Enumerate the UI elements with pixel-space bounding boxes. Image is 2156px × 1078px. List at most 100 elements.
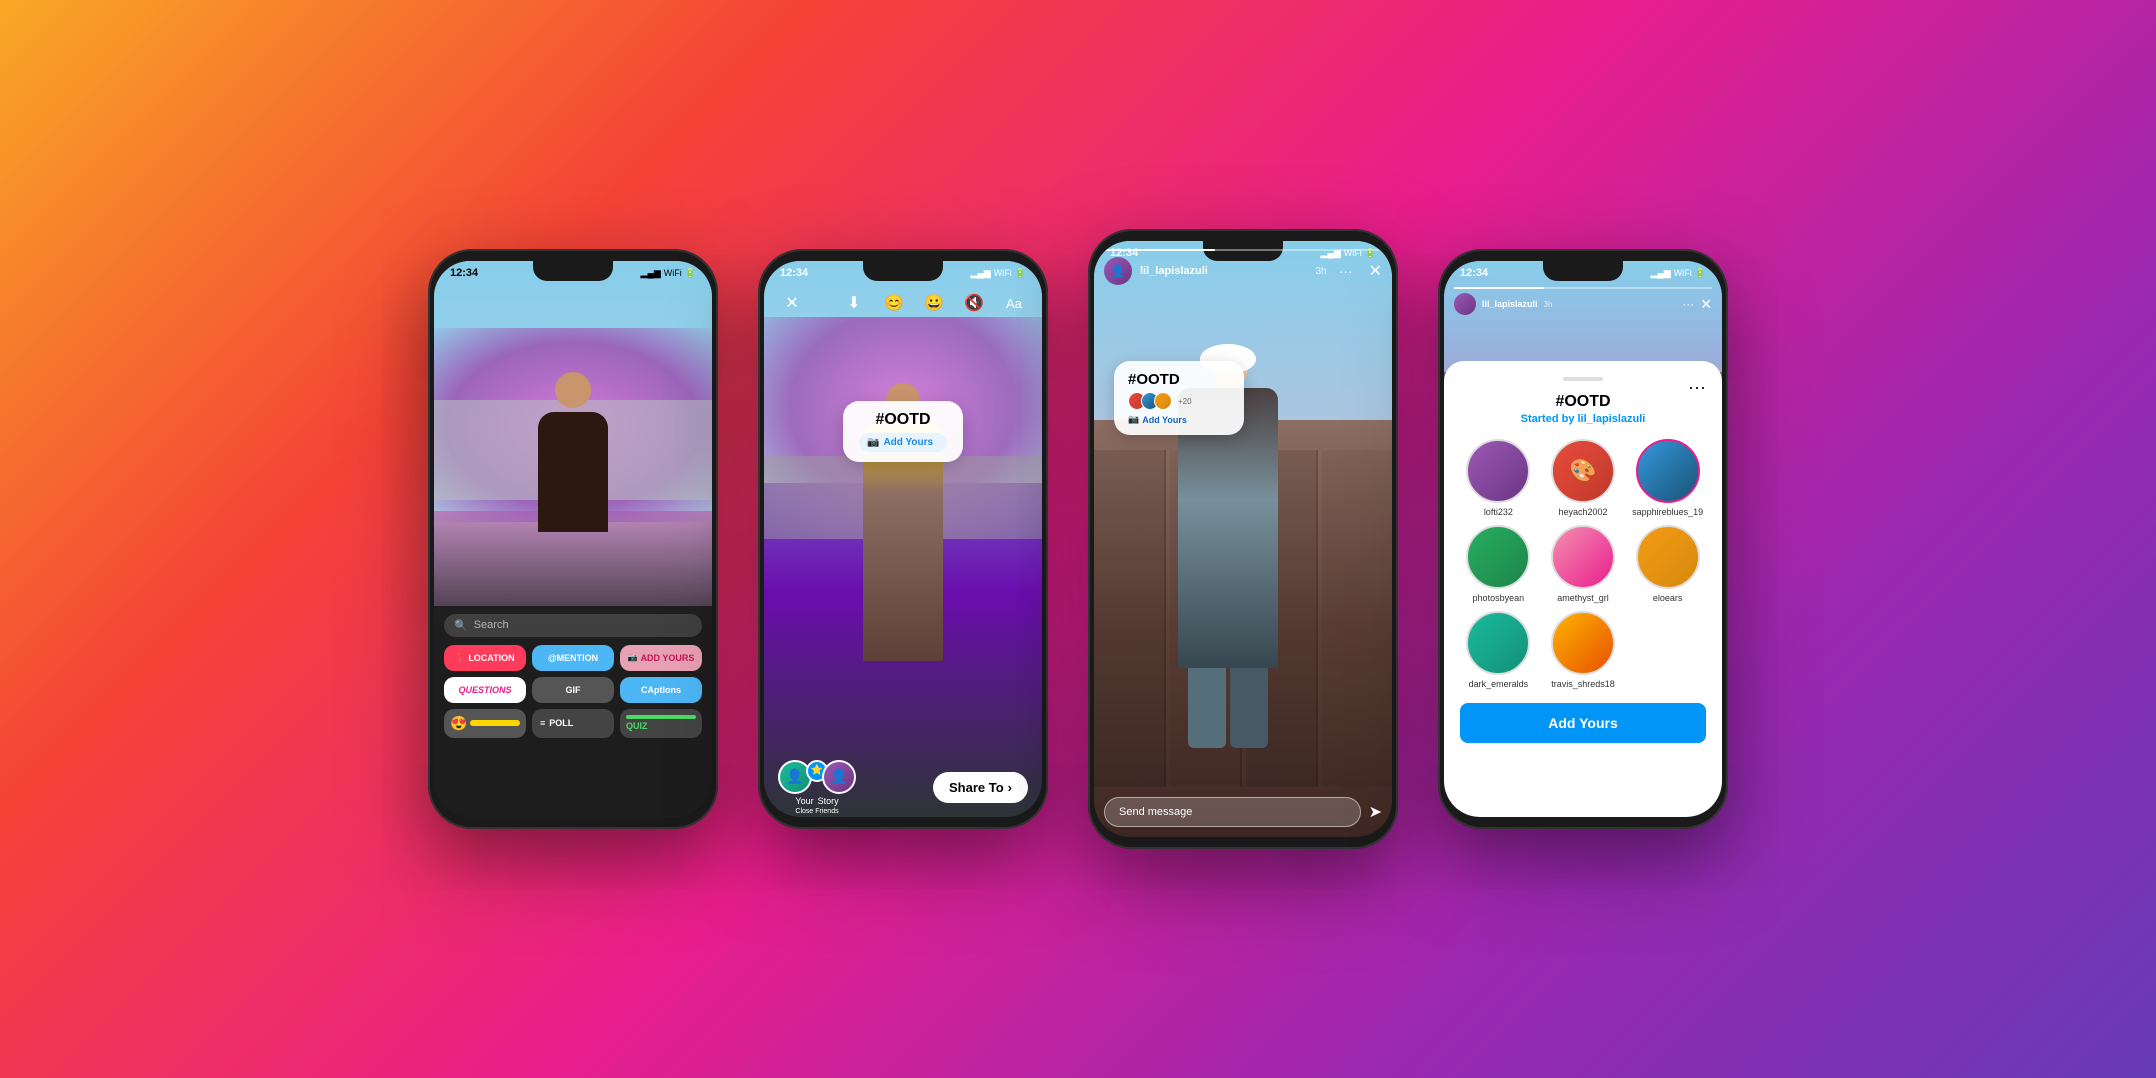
sticker-picker: 🔍 Search 📍 LOCATION @MENTION 📷 ADD YOURS: [434, 606, 712, 817]
your-story-option[interactable]: 👤 ⭐ 👤 Your Story Close Friends: [778, 760, 856, 815]
contributor-name-4: photosbyean: [1473, 593, 1525, 603]
text-icon[interactable]: Aa: [1000, 289, 1028, 317]
modal-more-button[interactable]: ···: [1688, 377, 1706, 398]
leg-1: [1188, 668, 1226, 748]
phone-4-username: lil_lapislazuli: [1482, 299, 1538, 309]
emoji-picker-icon[interactable]: 😊: [880, 289, 908, 317]
questions-sticker[interactable]: QUESTIONS: [444, 677, 526, 703]
sticker-search-bar[interactable]: 🔍 Search: [444, 614, 702, 637]
contributor-avatar-1: [1466, 439, 1530, 503]
emoji-icon: 😍: [450, 715, 467, 732]
phone-4-avatar: [1454, 293, 1476, 315]
plus-count-text: +20: [1178, 397, 1192, 406]
leg-2: [1230, 668, 1268, 748]
battery-icon-2: 🔋: [1015, 268, 1026, 279]
phone-2: 12:34 ▂▄▆ WiFi 🔋 ✕ ⬇ 😊 😀 🔇 Aa: [758, 249, 1048, 829]
phone-3-screen: 👤 lil_lapislazuli 3h ··· ✕ 12:34 ▂▄▆ WiF…: [1094, 241, 1392, 837]
download-icon[interactable]: ⬇: [840, 289, 868, 317]
contrib-avatar-3: [1154, 392, 1172, 410]
phone-4-screen: 12:34 ▂▄▆ WiFi 🔋 lil_lapislazuli 3h ···: [1444, 261, 1722, 817]
gif-label: GIF: [566, 685, 581, 695]
contributor-avatar-4: [1466, 525, 1530, 589]
captions-sticker[interactable]: CAptIons: [620, 677, 702, 703]
contributor-photosbyean[interactable]: photosbyean: [1460, 525, 1537, 603]
mute-icon[interactable]: 🔇: [960, 289, 988, 317]
contributor-name-5: amethyst_grl: [1557, 593, 1609, 603]
message-input-field[interactable]: Send message: [1104, 797, 1361, 827]
contributor-amethyst[interactable]: amethyst_grl: [1545, 525, 1622, 603]
ootd-sticker-editor[interactable]: #OOTD 📷 Add Yours: [843, 401, 963, 462]
started-by-user: lil_lapislazuli: [1578, 413, 1646, 425]
story-close-button[interactable]: ✕: [1369, 261, 1382, 281]
sticker-row-1: 📍 LOCATION @MENTION 📷 ADD YOURS: [444, 645, 702, 671]
contributor-avatar-6: [1636, 525, 1700, 589]
contributor-sapphireblues[interactable]: sapphireblues_19: [1629, 439, 1706, 517]
ootd-hashtag-text: #OOTD: [1128, 371, 1230, 388]
modal-hashtag-title: #OOTD: [1460, 393, 1706, 411]
person-head: [555, 372, 591, 408]
person-torso: [538, 412, 608, 532]
quiz-sticker[interactable]: QUIZ: [620, 709, 702, 738]
modal-subtitle: Started by lil_lapislazuli: [1460, 413, 1706, 425]
location-icon: 📍: [455, 653, 465, 662]
contributor-avatar-3: [1636, 439, 1700, 503]
wifi-icon-4: WiFi: [1674, 268, 1692, 278]
contributor-heyach2002[interactable]: 🎨 heyach2002: [1545, 439, 1622, 517]
phone-3-background: [1094, 241, 1392, 837]
ootd-contributor-avatars: +20: [1128, 392, 1230, 410]
quiz-label: QUIZ: [626, 721, 648, 731]
phone-4-close[interactable]: ✕: [1700, 296, 1712, 313]
story-more-button[interactable]: ···: [1339, 263, 1353, 279]
quiz-bar: [626, 715, 696, 719]
add-yours-mini-btn[interactable]: 📷 Add Yours: [859, 433, 947, 452]
story-labels: Your Story: [795, 796, 838, 806]
editor-actions: ⬇ 😊 😀 🔇 Aa: [840, 289, 1028, 317]
addyours-sticker-btn[interactable]: 📷 ADD YOURS: [620, 645, 702, 671]
signal-icon-4: ▂▄▆: [1651, 268, 1671, 279]
wifi-icon: WiFi: [664, 268, 682, 278]
phone-4-progress-bar: [1454, 287, 1712, 289]
location-sticker[interactable]: 📍 LOCATION: [444, 645, 526, 671]
your-story-label: Your: [795, 796, 813, 806]
phone-2-time: 12:34: [780, 267, 808, 279]
phone-3: 👤 lil_lapislazuli 3h ··· ✕ 12:34 ▂▄▆ WiF…: [1088, 229, 1398, 849]
phone-2-status-icons: ▂▄▆ WiFi 🔋: [971, 268, 1026, 279]
contributor-lofti232[interactable]: lofti232: [1460, 439, 1537, 517]
phone-1-status-icons: ▂▄▆ WiFi 🔋: [641, 268, 696, 279]
send-message-button[interactable]: ➤: [1369, 802, 1382, 822]
contributor-dark-emeralds[interactable]: dark_emeralds: [1460, 611, 1537, 689]
signal-icon-2: ▂▄▆: [971, 268, 991, 279]
ootd-sticker-view[interactable]: #OOTD +20 📷 Add Yours: [1114, 361, 1244, 435]
wifi-icon-2: WiFi: [994, 268, 1012, 278]
message-placeholder: Send message: [1119, 806, 1192, 818]
mention-sticker[interactable]: @MENTION: [532, 645, 614, 671]
phone-2-notch: [863, 261, 943, 281]
phone-1: 12:34 ▂▄▆ WiFi 🔋 🔍 Search 📍: [428, 249, 718, 829]
contributor-eloears[interactable]: eloears: [1629, 525, 1706, 603]
phone-4-progress-fill: [1454, 287, 1544, 289]
add-yours-main-button[interactable]: Add Yours: [1460, 703, 1706, 743]
add-yours-modal: #OOTD Started by lil_lapislazuli ··· lof…: [1444, 361, 1722, 817]
contributor-travis[interactable]: travis_shreds18: [1545, 611, 1622, 689]
phone-1-screen: 12:34 ▂▄▆ WiFi 🔋 🔍 Search 📍: [434, 261, 712, 817]
started-by-label: Started by: [1521, 413, 1575, 425]
sticker-icon[interactable]: 😀: [920, 289, 948, 317]
share-to-button[interactable]: Share To ›: [933, 772, 1028, 803]
add-yours-view-btn[interactable]: 📷 Add Yours: [1128, 414, 1230, 425]
signal-icon: ▂▄▆: [641, 268, 661, 279]
emoji-sticker[interactable]: 😍: [444, 709, 526, 738]
poll-sticker[interactable]: ≡ POLL: [532, 709, 614, 738]
gif-sticker[interactable]: GIF: [532, 677, 614, 703]
phone-1-time: 12:34: [450, 267, 478, 279]
phone-4-more[interactable]: ···: [1682, 297, 1694, 311]
sticker-row-2: QUESTIONS GIF CAptIons: [444, 677, 702, 703]
contributor-name-2: heyach2002: [1558, 507, 1607, 517]
add-yours-button-label: Add Yours: [1548, 715, 1618, 731]
story-progress-bar: [1104, 249, 1382, 251]
story-progress-fill: [1104, 249, 1215, 251]
chevron-right-icon: ›: [1008, 780, 1012, 795]
close-editor-button[interactable]: ✕: [778, 289, 806, 317]
hashtag-text: #OOTD: [859, 411, 947, 429]
share-options: 👤 ⭐ 👤 Your Story Close Friends: [778, 760, 856, 815]
close-friends-label: Close Friends: [795, 808, 838, 815]
